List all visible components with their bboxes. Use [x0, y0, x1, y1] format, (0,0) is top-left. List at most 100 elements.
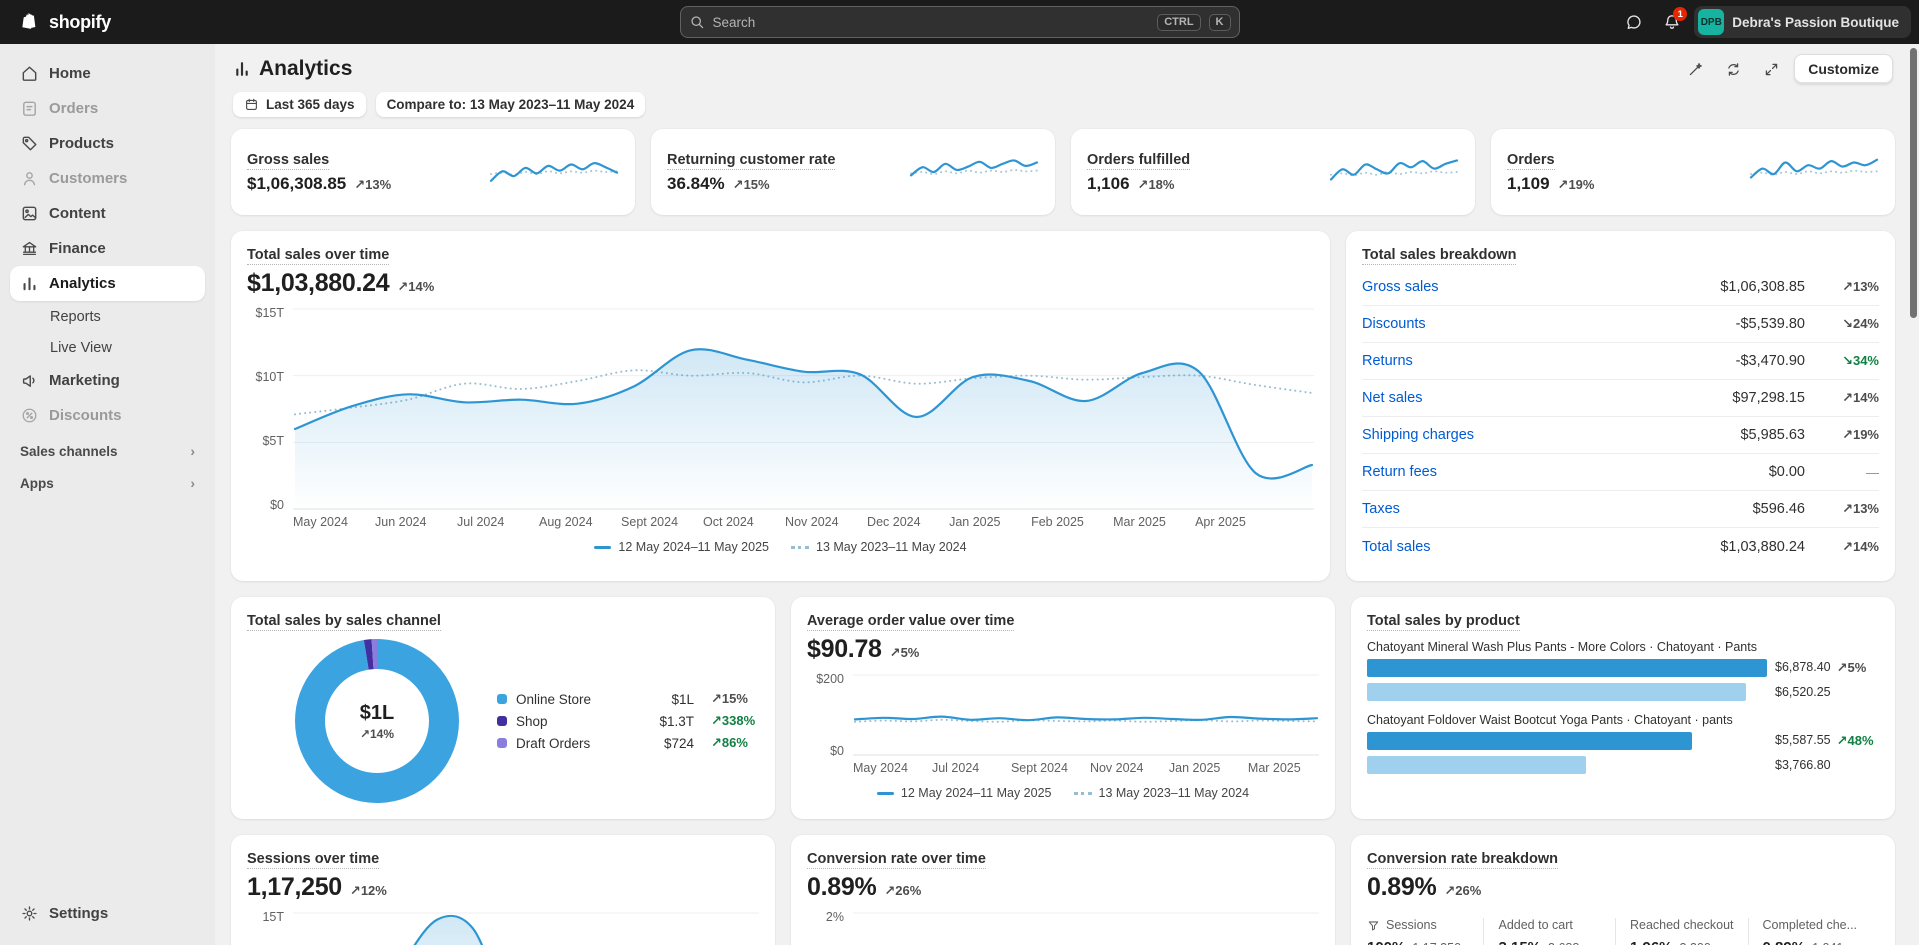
table-row: Gross sales$1,06,308.85↗13%: [1362, 269, 1879, 306]
vertical-scrollbar[interactable]: [1910, 48, 1917, 318]
metric-link[interactable]: Taxes: [1362, 501, 1753, 517]
notifications-button[interactable]: 1: [1656, 6, 1688, 38]
funnel-step-sessions: Sessions 100%1,17,250: [1367, 918, 1483, 945]
metric-link[interactable]: Discounts: [1362, 316, 1736, 332]
average-order-value-card: Average order value over time $90.78↗5% …: [791, 597, 1335, 819]
insights-button[interactable]: [1680, 54, 1710, 84]
step-label: Added to cart: [1498, 918, 1572, 932]
shopify-logo[interactable]: shopify: [18, 10, 111, 34]
funnel-step-reached-checkout: Reached checkout 1.96%2,300: [1615, 918, 1748, 945]
cell-delta: ↗13%: [1805, 279, 1879, 295]
sidebar-item-label: Home: [49, 65, 91, 82]
sidebar: Home Orders Products Customers Content F…: [0, 44, 215, 945]
x-axis-label: Jan 2025: [1169, 761, 1220, 775]
metric-link[interactable]: Net sales: [1362, 390, 1732, 406]
current-period-bar: [1367, 732, 1692, 750]
x-axis-label: Mar 2025: [1113, 515, 1166, 529]
step-count: 1,041: [1812, 941, 1843, 945]
sales-by-product-card: Total sales by product Chatoyant Mineral…: [1351, 597, 1895, 819]
sidebar-item-discounts[interactable]: Discounts: [10, 398, 205, 433]
chevron-right-icon: ›: [190, 443, 195, 459]
kpi-title: Orders: [1507, 152, 1555, 170]
step-count: 2,300: [1680, 941, 1711, 945]
sidebar-item-analytics[interactable]: Analytics: [10, 266, 205, 301]
cell-delta: ↘24%: [1805, 316, 1879, 332]
sidebar-item-products[interactable]: Products: [10, 126, 205, 161]
analytics-title-icon: [233, 60, 251, 78]
kpi-delta: ↗19%: [1558, 177, 1595, 193]
previous-period-bar: [1367, 756, 1586, 774]
bar-value: $6,520.25: [1775, 685, 1831, 699]
metric-value: $1,03,880.24: [247, 269, 389, 298]
card-title: Conversion rate breakdown: [1367, 851, 1558, 869]
kpi-card-orders-fulfilled[interactable]: Orders fulfilled 1,106↗18%: [1071, 129, 1475, 215]
metric-link[interactable]: Returns: [1362, 353, 1736, 369]
x-axis-label: Jul 2024: [457, 515, 504, 529]
sidebar-item-orders[interactable]: Orders: [10, 91, 205, 126]
aov-line-chart: [853, 672, 1319, 758]
x-axis-label: May 2024: [293, 515, 348, 529]
sidebar-item-marketing[interactable]: Marketing: [10, 363, 205, 398]
page-title: Analytics: [259, 57, 352, 81]
metric-delta: ↗26%: [884, 883, 921, 899]
main-content: Analytics Customize Last 365 days Compar…: [215, 44, 1919, 945]
sidebar-item-label: Orders: [49, 100, 98, 117]
metric-link[interactable]: Total sales: [1362, 539, 1720, 555]
cell-value: $97,298.15: [1732, 390, 1805, 406]
shopify-wordmark: shopify: [49, 12, 111, 33]
kpi-row: Gross sales $1,06,308.85↗13% Returning c…: [231, 129, 1895, 215]
y-axis: $15T $10T $5T $0: [247, 306, 293, 512]
kpi-delta: ↗18%: [1138, 177, 1175, 193]
sidebar-item-reports[interactable]: Reports: [10, 301, 205, 332]
kpi-title: Gross sales: [247, 152, 329, 170]
customers-icon: [20, 169, 39, 188]
table-row: Discounts-$5,539.80↘24%: [1362, 306, 1879, 343]
legend-label: Shop: [516, 714, 639, 729]
y-axis: 15T 10T 5T 0: [247, 910, 293, 945]
home-icon: [20, 64, 39, 83]
content-icon: [20, 204, 39, 223]
cell-delta: —: [1805, 465, 1879, 480]
search-input[interactable]: [713, 15, 1150, 30]
x-axis-label: Mar 2025: [1248, 761, 1301, 775]
finance-icon: [20, 239, 39, 258]
sidebar-group-apps[interactable]: Apps ›: [10, 465, 205, 497]
metric-link[interactable]: Return fees: [1362, 464, 1769, 480]
sidebar-item-settings[interactable]: Settings: [10, 896, 205, 931]
sidebar-group-label: Apps: [20, 476, 54, 491]
sidebar-item-live-view[interactable]: Live View: [10, 332, 205, 363]
chat-button[interactable]: [1618, 6, 1650, 38]
sidebar-item-home[interactable]: Home: [10, 56, 205, 91]
bar-value: $3,766.80: [1775, 758, 1831, 772]
bar-value: $5,587.55: [1775, 733, 1831, 749]
metric-link[interactable]: Gross sales: [1362, 279, 1720, 295]
customize-button[interactable]: Customize: [1794, 54, 1893, 84]
notification-badge: 1: [1673, 7, 1687, 21]
step-count: 3,688: [1548, 941, 1579, 945]
store-menu[interactable]: DPB Debra's Passion Boutique: [1694, 6, 1911, 38]
compare-filter[interactable]: Compare to: 13 May 2023–11 May 2024: [376, 92, 646, 117]
funnel-step-added-to-cart: Added to cart 3.15%3,688: [1483, 918, 1614, 945]
kpi-card-gross-sales[interactable]: Gross sales $1,06,308.85↗13%: [231, 129, 635, 215]
kpi-card-returning-customer-rate[interactable]: Returning customer rate 36.84%↗15%: [651, 129, 1055, 215]
sidebar-item-content[interactable]: Content: [10, 196, 205, 231]
sidebar-item-finance[interactable]: Finance: [10, 231, 205, 266]
fullscreen-button[interactable]: [1756, 54, 1786, 84]
sidebar-group-sales-channels[interactable]: Sales channels ›: [10, 433, 205, 465]
chevron-right-icon: ›: [190, 475, 195, 491]
legend-value: $1L: [648, 692, 694, 707]
refresh-icon: [1725, 61, 1742, 78]
sidebar-item-customers[interactable]: Customers: [10, 161, 205, 196]
global-search[interactable]: CTRL K: [680, 6, 1240, 38]
kpi-delta: ↗15%: [733, 177, 770, 193]
x-axis-label: Jan 2025: [949, 515, 1000, 529]
kpi-card-orders[interactable]: Orders 1,109↗19%: [1491, 129, 1895, 215]
x-axis-label: Aug 2024: [539, 515, 593, 529]
metric-link[interactable]: Shipping charges: [1362, 427, 1740, 443]
breakdown-table: Gross sales$1,06,308.85↗13% Discounts-$5…: [1362, 269, 1879, 565]
date-range-filter[interactable]: Last 365 days: [233, 92, 366, 117]
refresh-button[interactable]: [1718, 54, 1748, 84]
current-period-bar: [1367, 659, 1767, 677]
table-row: Return fees$0.00—: [1362, 454, 1879, 491]
cell-value: $1,03,880.24: [1720, 539, 1805, 555]
